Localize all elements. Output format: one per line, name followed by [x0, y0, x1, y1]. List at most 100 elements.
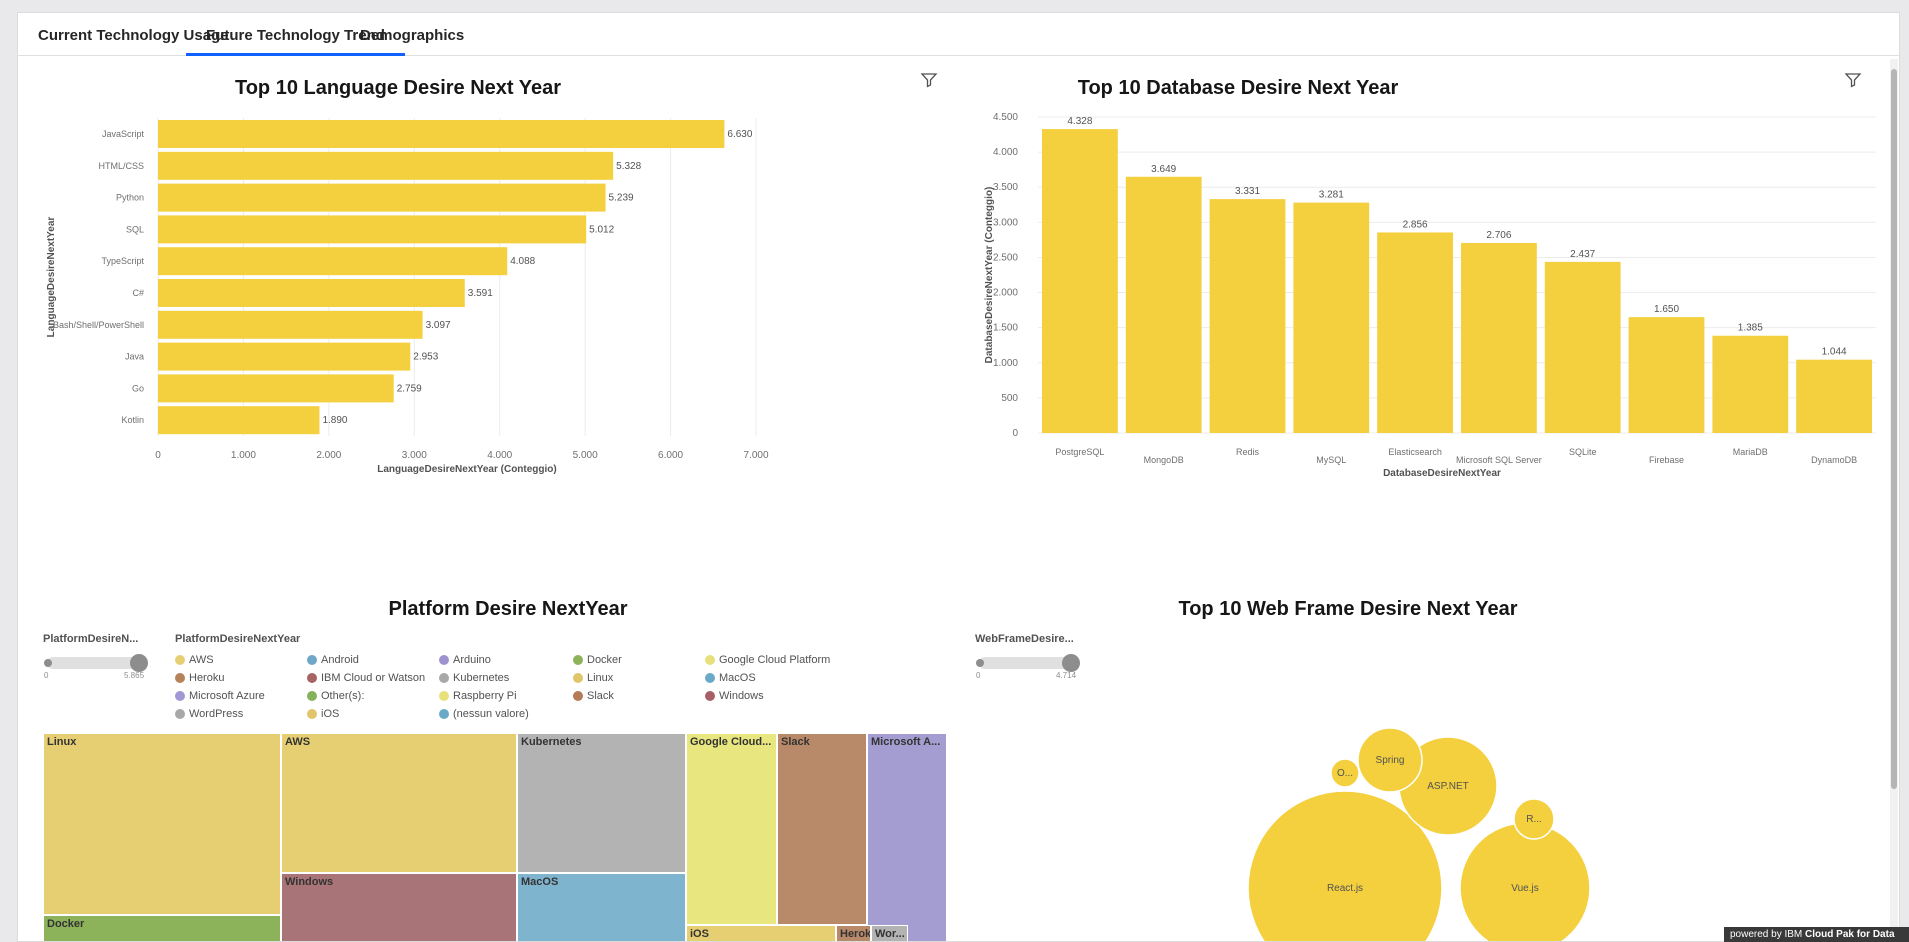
data-label: 5.239 — [609, 193, 634, 204]
legend-label: Windows — [719, 690, 764, 702]
treemap-tile[interactable]: AWS — [281, 733, 517, 873]
legend-item[interactable]: iOS — [307, 708, 339, 720]
data-label: 1.650 — [1654, 304, 1679, 315]
treemap-tile[interactable]: Docker — [43, 915, 281, 941]
legend-item[interactable]: IBM Cloud or Watson — [307, 672, 425, 684]
treemap-tile[interactable]: Microsoft A... — [867, 733, 947, 941]
y-tick-label: HTML/CSS — [98, 161, 144, 171]
x-tick-label: 3.000 — [402, 450, 427, 461]
y-tick-label: JavaScript — [102, 129, 145, 139]
bar[interactable] — [1042, 129, 1118, 433]
treemap-tile-label: MacOS — [521, 876, 559, 888]
legend-item[interactable]: WordPress — [175, 708, 243, 720]
bar[interactable] — [158, 310, 423, 339]
bar[interactable] — [1544, 261, 1621, 433]
legend-item[interactable]: Android — [307, 654, 359, 666]
webframe-range-slider[interactable]: 0 4.714 — [976, 646, 1086, 680]
bar[interactable] — [158, 151, 614, 180]
webframe-bubble-chart: React.js Vue.js ASP.NET Spring R... O... — [1247, 727, 1591, 941]
legend-swatch — [175, 655, 185, 665]
data-label: 6.630 — [727, 129, 752, 140]
data-label: 5.328 — [616, 161, 641, 172]
x-tick-label: MariaDB — [1733, 447, 1768, 457]
legend-label: Raspberry Pi — [453, 690, 517, 702]
slider-min-handle[interactable] — [44, 659, 52, 667]
treemap-tile[interactable]: Google Cloud... — [686, 733, 777, 925]
legend-item[interactable]: Docker — [573, 654, 622, 666]
treemap-tile-label: Windows — [285, 876, 334, 888]
legend-item[interactable]: Microsoft Azure — [175, 690, 265, 702]
bar[interactable] — [1125, 176, 1202, 434]
legend-swatch — [573, 655, 583, 665]
legend-item[interactable]: Heroku — [175, 672, 224, 684]
scrollbar-thumb[interactable] — [1891, 69, 1897, 789]
treemap-tile[interactable]: Linux — [43, 733, 281, 915]
filter-icon[interactable] — [1844, 71, 1862, 89]
legend-item[interactable]: Arduino — [439, 654, 491, 666]
legend-label: Linux — [587, 672, 614, 684]
legend-item[interactable]: Linux — [573, 672, 613, 684]
treemap-tile[interactable]: Wor... — [871, 925, 908, 941]
legend-item[interactable]: Google Cloud Platform — [705, 654, 830, 666]
data-label: 3.097 — [426, 320, 451, 331]
treemap-tile[interactable]: iOS — [686, 925, 836, 941]
legend-item[interactable]: AWS — [175, 654, 214, 666]
treemap-tile-label: Microsoft A... — [871, 736, 941, 748]
legend-item[interactable]: Kubernetes — [439, 672, 509, 684]
database-chart-title: Top 10 Database Desire Next Year — [1077, 77, 1399, 99]
data-label: 2.706 — [1486, 230, 1511, 241]
slider-max-handle[interactable] — [130, 654, 148, 672]
treemap-tile[interactable]: Heroku — [836, 925, 871, 941]
legend-item[interactable]: Windows — [705, 690, 764, 702]
x-tick-label: Redis — [1236, 447, 1260, 457]
legend-item[interactable]: Other(s): — [307, 690, 364, 702]
bar[interactable] — [1796, 359, 1872, 433]
bar[interactable] — [158, 215, 587, 244]
slider-max-handle[interactable] — [1062, 654, 1080, 672]
x-axis-label: DatabaseDesireNextYear — [1383, 468, 1501, 479]
legend-item[interactable]: Raspberry Pi — [439, 690, 517, 702]
bar[interactable] — [1293, 202, 1370, 433]
y-tick-label: 2.000 — [993, 288, 1018, 299]
platform-range-slider[interactable]: 0 5.865 — [44, 646, 154, 680]
treemap-tile-label: AWS — [285, 736, 311, 748]
bar[interactable] — [158, 183, 606, 212]
bar[interactable] — [158, 279, 465, 307]
treemap-tile[interactable]: MacOS — [517, 873, 686, 941]
legend-item[interactable]: Slack — [573, 690, 614, 702]
bar[interactable] — [158, 342, 411, 371]
y-tick-label: SQL — [126, 224, 144, 234]
treemap-tile[interactable]: Slack — [777, 733, 867, 925]
bar[interactable] — [1712, 335, 1789, 433]
language-chart-title: Top 10 Language Desire Next Year — [234, 77, 562, 99]
data-label: 2.856 — [1403, 219, 1428, 230]
bar[interactable] — [1377, 232, 1453, 433]
y-tick-label: TypeScript — [101, 256, 144, 266]
scrollbar[interactable] — [1890, 59, 1898, 941]
bar[interactable] — [1628, 317, 1705, 433]
legend-item[interactable]: (nessun valore) — [439, 708, 529, 720]
webframe-chart-title: Top 10 Web Frame Desire Next Year — [1178, 598, 1518, 620]
legend-label: Heroku — [189, 672, 225, 684]
y-tick-label: C# — [132, 288, 144, 298]
filter-icon[interactable] — [920, 71, 938, 89]
bar[interactable] — [158, 406, 320, 435]
slider-min-handle[interactable] — [976, 659, 984, 667]
x-tick-label: 1.000 — [231, 450, 256, 461]
bar[interactable] — [158, 374, 394, 403]
tab-demographics[interactable]: Demographics — [340, 13, 484, 56]
legend-swatch — [439, 709, 449, 719]
legend-swatch — [705, 691, 715, 701]
bubble-label: R... — [1526, 814, 1542, 825]
bar[interactable] — [158, 120, 725, 148]
y-tick-label: Python — [116, 193, 144, 203]
bar[interactable] — [158, 247, 508, 276]
bar[interactable] — [1461, 242, 1537, 433]
treemap-tile[interactable]: Windows — [281, 873, 517, 941]
legend-swatch — [307, 655, 317, 665]
bubble-label: ASP.NET — [1427, 781, 1469, 792]
legend-item[interactable]: MacOS — [705, 672, 756, 684]
bar[interactable] — [1209, 199, 1286, 433]
data-label: 2.953 — [413, 352, 438, 363]
treemap-tile[interactable]: Kubernetes — [517, 733, 686, 873]
